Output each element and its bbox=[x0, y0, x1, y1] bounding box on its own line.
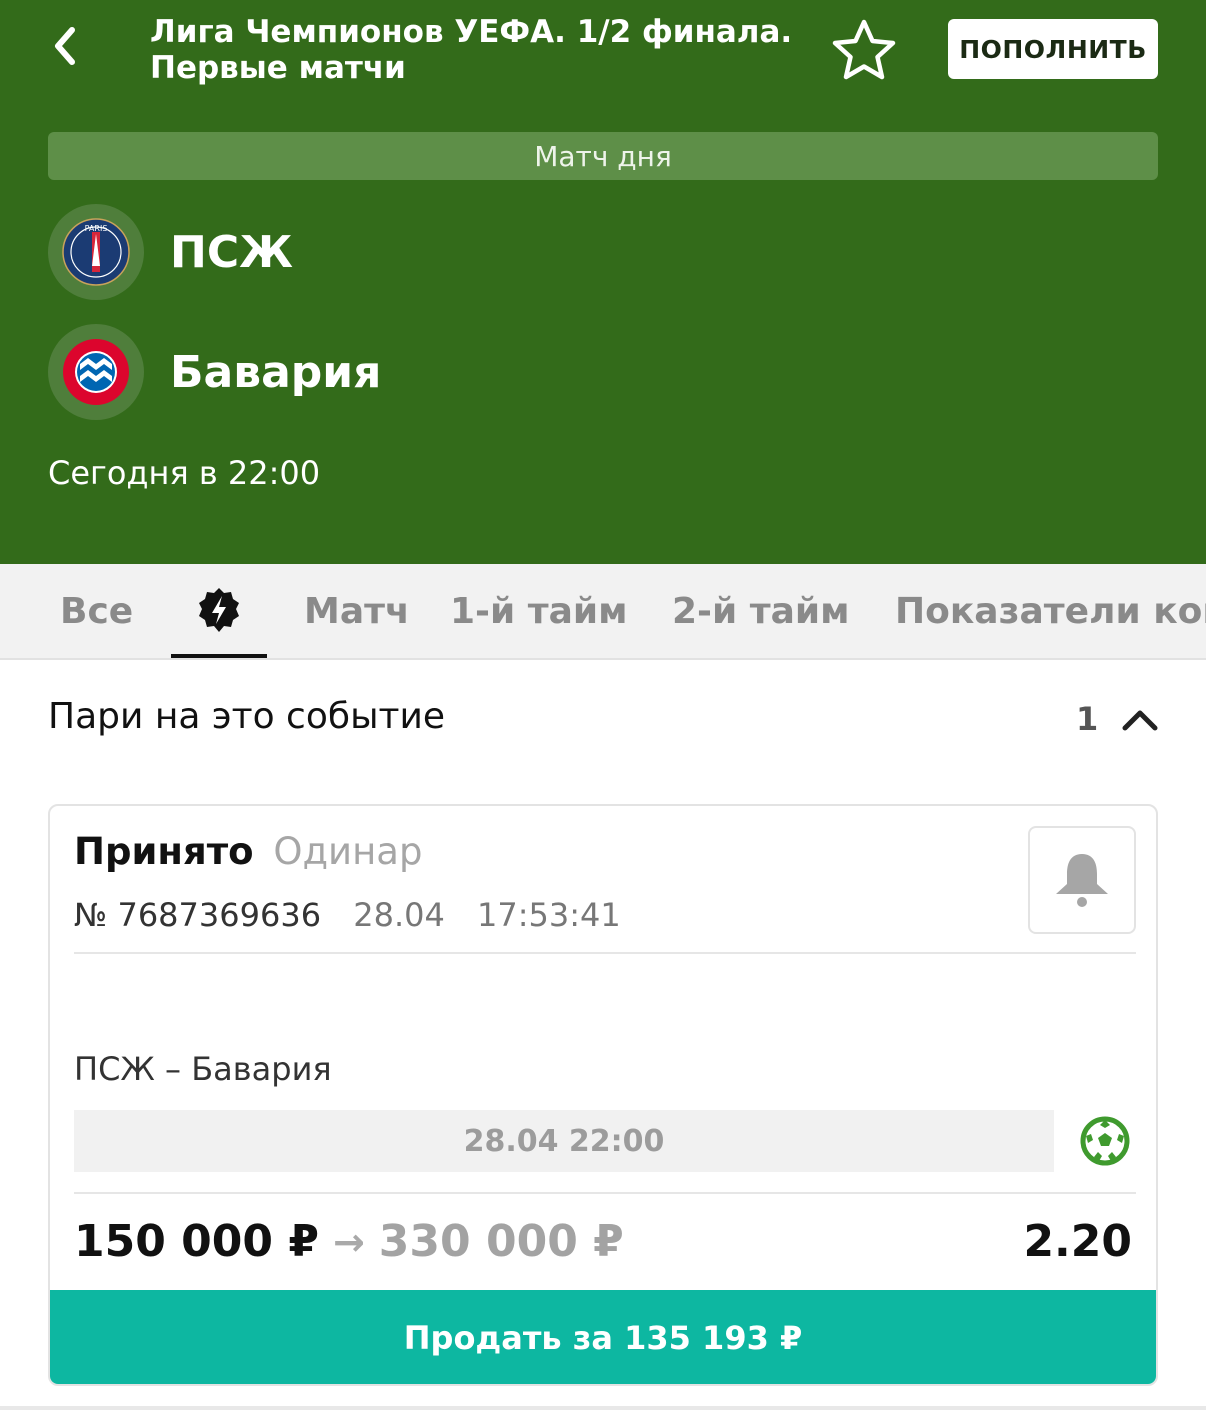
psg-logo: PARIS bbox=[48, 204, 144, 300]
bet-event-datetime: 28.04 22:00 bbox=[74, 1110, 1054, 1172]
team-name-away: Бавария bbox=[170, 346, 382, 398]
chevron-up-icon bbox=[1122, 710, 1158, 731]
bet-meta: № 7687369636 28.04 17:53:41 bbox=[74, 896, 643, 934]
card-divider-top bbox=[74, 952, 1136, 954]
bayern-logo bbox=[48, 324, 144, 420]
chevron-left-icon bbox=[55, 27, 75, 65]
tab-all[interactable]: Все bbox=[60, 564, 133, 658]
bet-time: 17:53:41 bbox=[477, 896, 621, 934]
football-icon bbox=[1080, 1116, 1130, 1166]
team-name-home: ПСЖ bbox=[170, 226, 293, 278]
page-title: Лига Чемпионов УЕФА. 1/2 финала. Первые … bbox=[150, 14, 810, 86]
bell-icon bbox=[1056, 854, 1108, 907]
title-line-1: Лига Чемпионов УЕФА. 1/2 финала. bbox=[150, 14, 793, 50]
bet-status: Принято Одинар bbox=[74, 830, 422, 873]
bet-event-name: ПСЖ – Бавария bbox=[74, 1050, 332, 1088]
favorite-button[interactable] bbox=[828, 14, 900, 86]
match-day-banner: Матч дня bbox=[48, 132, 1158, 180]
back-button[interactable] bbox=[40, 22, 88, 70]
bet-type: Одинар bbox=[273, 830, 423, 873]
psg-crest-icon: PARIS bbox=[62, 218, 130, 286]
card-divider-bottom bbox=[74, 1192, 1136, 1194]
bet-date: 28.04 bbox=[353, 896, 445, 934]
topup-button[interactable]: ПОПОЛНИТЬ bbox=[948, 19, 1158, 79]
bet-status-label: Принято bbox=[74, 830, 254, 873]
team-row-away[interactable]: Бавария bbox=[48, 324, 381, 420]
tab-boost[interactable] bbox=[171, 564, 267, 658]
active-tab-indicator bbox=[171, 654, 267, 658]
tab-match[interactable]: Матч bbox=[304, 564, 410, 658]
star-icon bbox=[832, 19, 896, 80]
lightning-icon bbox=[199, 588, 239, 632]
bet-stake: 150 000 ₽ bbox=[74, 1216, 319, 1267]
bets-count: 1 bbox=[1076, 700, 1099, 738]
notify-button[interactable] bbox=[1028, 826, 1136, 934]
tab-first-half[interactable]: 1-й тайм bbox=[450, 564, 628, 658]
market-tabs: Все Матч 1-й тайм 2-й тайм Показатели ко… bbox=[0, 564, 1206, 660]
bet-number: № 7687369636 bbox=[74, 896, 322, 934]
svg-text:PARIS: PARIS bbox=[85, 224, 108, 233]
tab-team-stats[interactable]: Показатели ком bbox=[895, 564, 1206, 658]
match-start-time: Сегодня в 22:00 bbox=[48, 454, 321, 492]
match-header: Лига Чемпионов УЕФА. 1/2 финала. Первые … bbox=[0, 0, 1206, 564]
team-row-home[interactable]: PARIS ПСЖ bbox=[48, 204, 293, 300]
tab-second-half[interactable]: 2-й тайм bbox=[672, 564, 850, 658]
bet-payout: 330 000 ₽ bbox=[378, 1216, 624, 1267]
collapse-button[interactable] bbox=[1120, 700, 1160, 740]
title-line-2: Первые матчи bbox=[150, 50, 406, 86]
bottom-divider bbox=[0, 1406, 1206, 1410]
bayern-crest-icon bbox=[63, 339, 129, 405]
bets-section-title: Пари на это событие bbox=[48, 696, 446, 737]
sell-bet-button[interactable]: Продать за 135 193 ₽ bbox=[50, 1290, 1156, 1384]
bet-amounts: 150 000 ₽ → 330 000 ₽ bbox=[74, 1216, 624, 1267]
arrow-right-icon: → bbox=[332, 1219, 365, 1264]
bet-card: Принято Одинар № 7687369636 28.04 17:53:… bbox=[48, 804, 1158, 1386]
bet-coefficient: 2.20 bbox=[1023, 1216, 1132, 1267]
